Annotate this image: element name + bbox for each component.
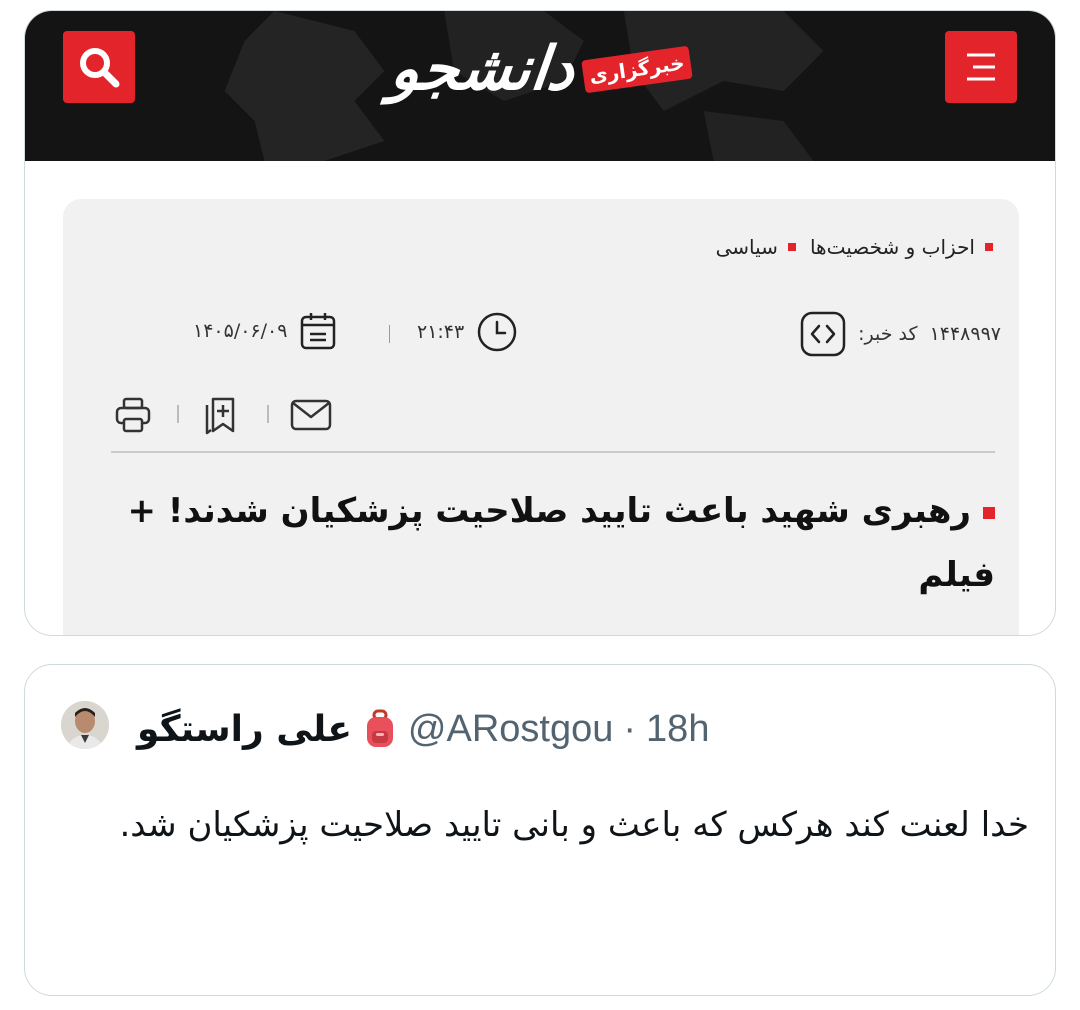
news-code-value: ۱۴۴۸۹۹۷ xyxy=(929,323,1001,345)
search-button[interactable] xyxy=(63,31,135,103)
article-meta: کد خبر: ۱۴۴۸۹۹۷ ۲۱:۴۳ ۱۴۰۵/۰۶/۰۹ xyxy=(193,311,1001,357)
header-separator: · xyxy=(623,707,637,750)
headline-text: رهبری شهید باعث تایید صلاحیت پزشکیان شدن… xyxy=(127,491,995,595)
news-code-label: کد خبر: xyxy=(858,323,918,345)
clock-icon xyxy=(477,312,517,352)
author-handle[interactable]: @ARostgou xyxy=(408,708,613,751)
code-brackets-icon xyxy=(800,311,846,357)
tweet-time[interactable]: 18h xyxy=(646,708,709,751)
print-icon xyxy=(115,397,151,433)
tweet-header: علی راستگو @ARostgou · 18h xyxy=(137,701,709,757)
breadcrumb-label: احزاب و شخصیت‌ها xyxy=(809,235,975,259)
copy-link-button[interactable] xyxy=(199,393,243,437)
logo-badge: خبرگزاری xyxy=(580,45,693,93)
time-value: ۲۱:۴۳ xyxy=(417,321,465,343)
date-value: ۱۴۰۵/۰۶/۰۹ xyxy=(193,320,288,342)
email-button[interactable] xyxy=(289,393,333,437)
author-name[interactable]: علی راستگو xyxy=(137,709,352,750)
publish-date: ۱۴۰۵/۰۶/۰۹ xyxy=(193,311,337,351)
publish-time: ۲۱:۴۳ xyxy=(417,311,518,353)
breadcrumb-item[interactable]: احزاب و شخصیت‌ها xyxy=(810,235,993,259)
user-photo xyxy=(61,701,109,749)
article-box: سیاسی احزاب و شخصیت‌ها کد خبر: ۱۴۴۸۹۹۷ ۲… xyxy=(63,199,1019,635)
bullet-square-icon xyxy=(985,243,993,251)
news-code: کد خبر: ۱۴۴۸۹۹۷ xyxy=(800,311,1001,357)
tool-divider xyxy=(267,405,269,423)
search-icon xyxy=(80,48,120,88)
bullet-square-icon xyxy=(983,506,995,519)
calendar-icon xyxy=(301,313,336,350)
meta-divider xyxy=(389,325,390,343)
tool-divider xyxy=(177,405,179,423)
menu-button[interactable] xyxy=(945,31,1017,103)
site-logo[interactable]: دانشجو خبرگزاری xyxy=(387,27,693,111)
article-headline[interactable]: رهبری شهید باعث تایید صلاحیت پزشکیان شدن… xyxy=(111,479,995,607)
breadcrumb: سیاسی احزاب و شخصیت‌ها xyxy=(716,235,993,259)
tweet-text: خدا لعنت کند هرکس که باعث و بانی تایید ص… xyxy=(119,805,1030,845)
copy-link-icon xyxy=(205,397,235,435)
article-divider xyxy=(111,451,995,453)
breadcrumb-label: سیاسی xyxy=(715,235,778,259)
tweet-card[interactable]: علی راستگو @ARostgou · 18h خدا لعنت کند … xyxy=(24,664,1056,996)
backpack-emoji xyxy=(366,709,393,747)
site-header: دانشجو خبرگزاری xyxy=(25,11,1055,161)
breadcrumb-item[interactable]: سیاسی xyxy=(716,235,796,259)
hamburger-menu-icon xyxy=(967,53,995,81)
bullet-square-icon xyxy=(787,243,796,251)
email-icon xyxy=(290,399,332,431)
quoted-news-card[interactable]: دانشجو خبرگزاری سیاسی احزاب و شخصیت‌ها xyxy=(24,10,1056,636)
avatar[interactable] xyxy=(61,701,109,749)
print-button[interactable] xyxy=(111,393,155,437)
logo-text: دانشجو xyxy=(387,34,579,104)
